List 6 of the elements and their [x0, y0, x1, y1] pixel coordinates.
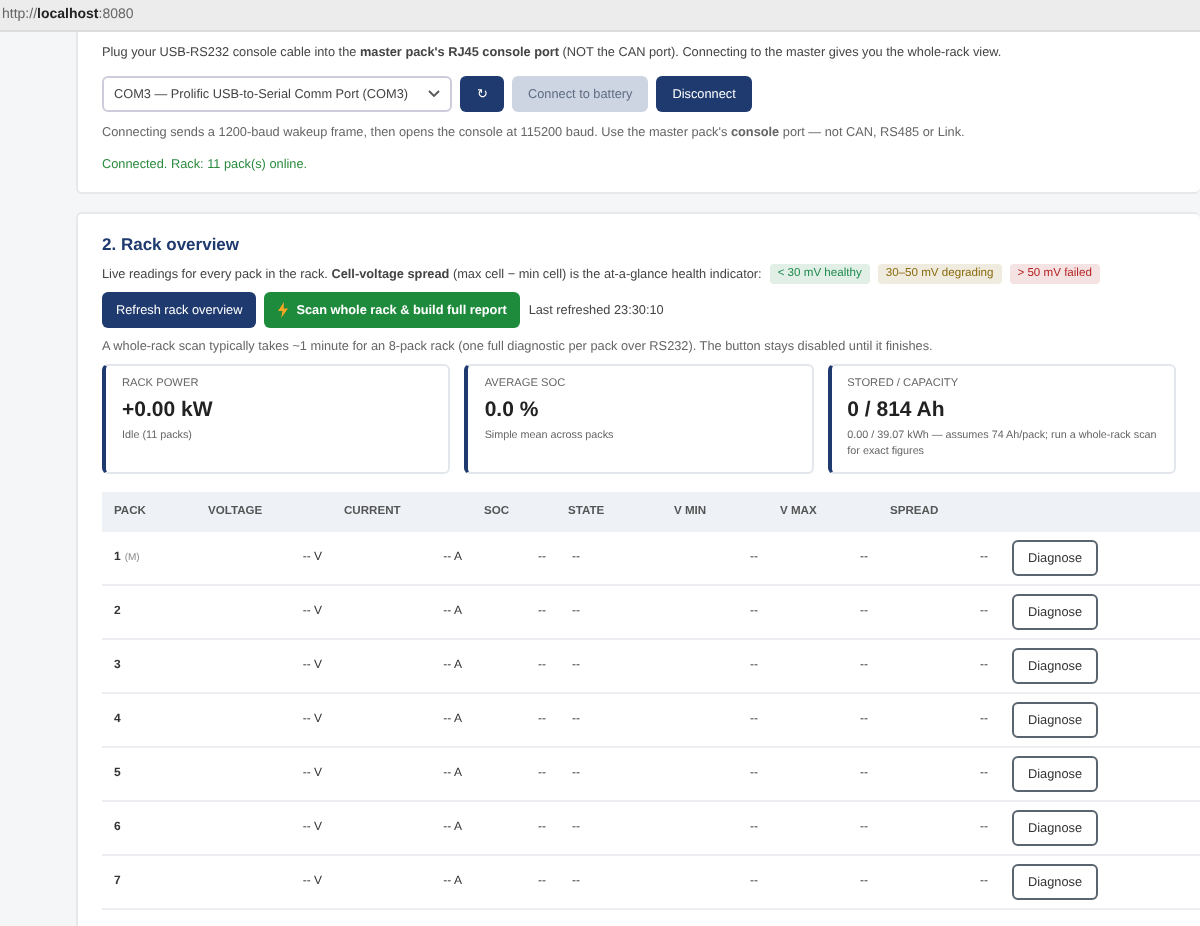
lightning-icon [278, 302, 289, 318]
metric-value: +0.00 kW [122, 398, 215, 422]
metric-value: 0.0 % [484, 398, 541, 422]
chevron-down-icon [428, 90, 440, 98]
metric-value: 0 / 814 Ah [847, 398, 947, 422]
section-title: 2. Rack overview [102, 234, 242, 254]
